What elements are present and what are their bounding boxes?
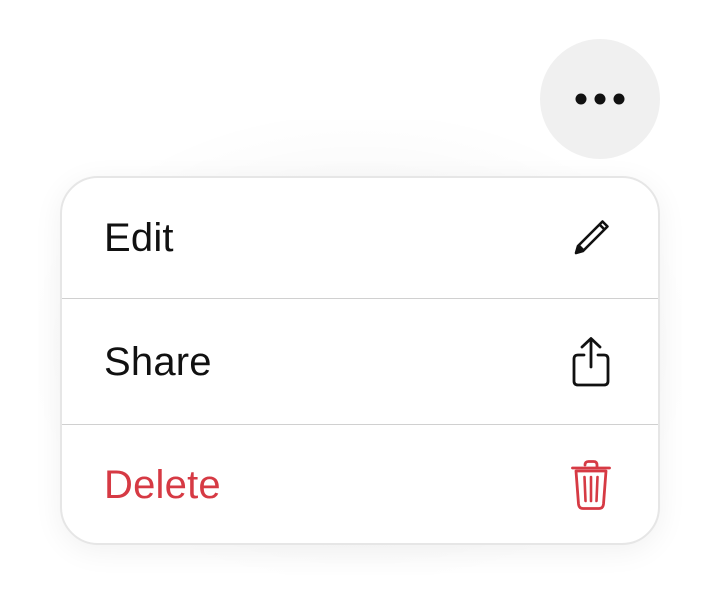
menu-item-share[interactable]: Share	[62, 299, 658, 424]
ellipsis-icon	[574, 92, 626, 106]
context-menu: Edit Share Delete	[60, 176, 660, 545]
trash-icon	[568, 455, 614, 515]
pencil-icon	[568, 208, 614, 268]
menu-item-label: Share	[104, 339, 212, 384]
menu-item-label: Edit	[104, 216, 174, 260]
share-icon	[568, 332, 614, 392]
more-options-button[interactable]	[540, 39, 660, 159]
menu-item-label: Delete	[104, 463, 221, 507]
menu-item-edit[interactable]: Edit	[62, 178, 658, 298]
menu-item-delete[interactable]: Delete	[62, 425, 658, 543]
